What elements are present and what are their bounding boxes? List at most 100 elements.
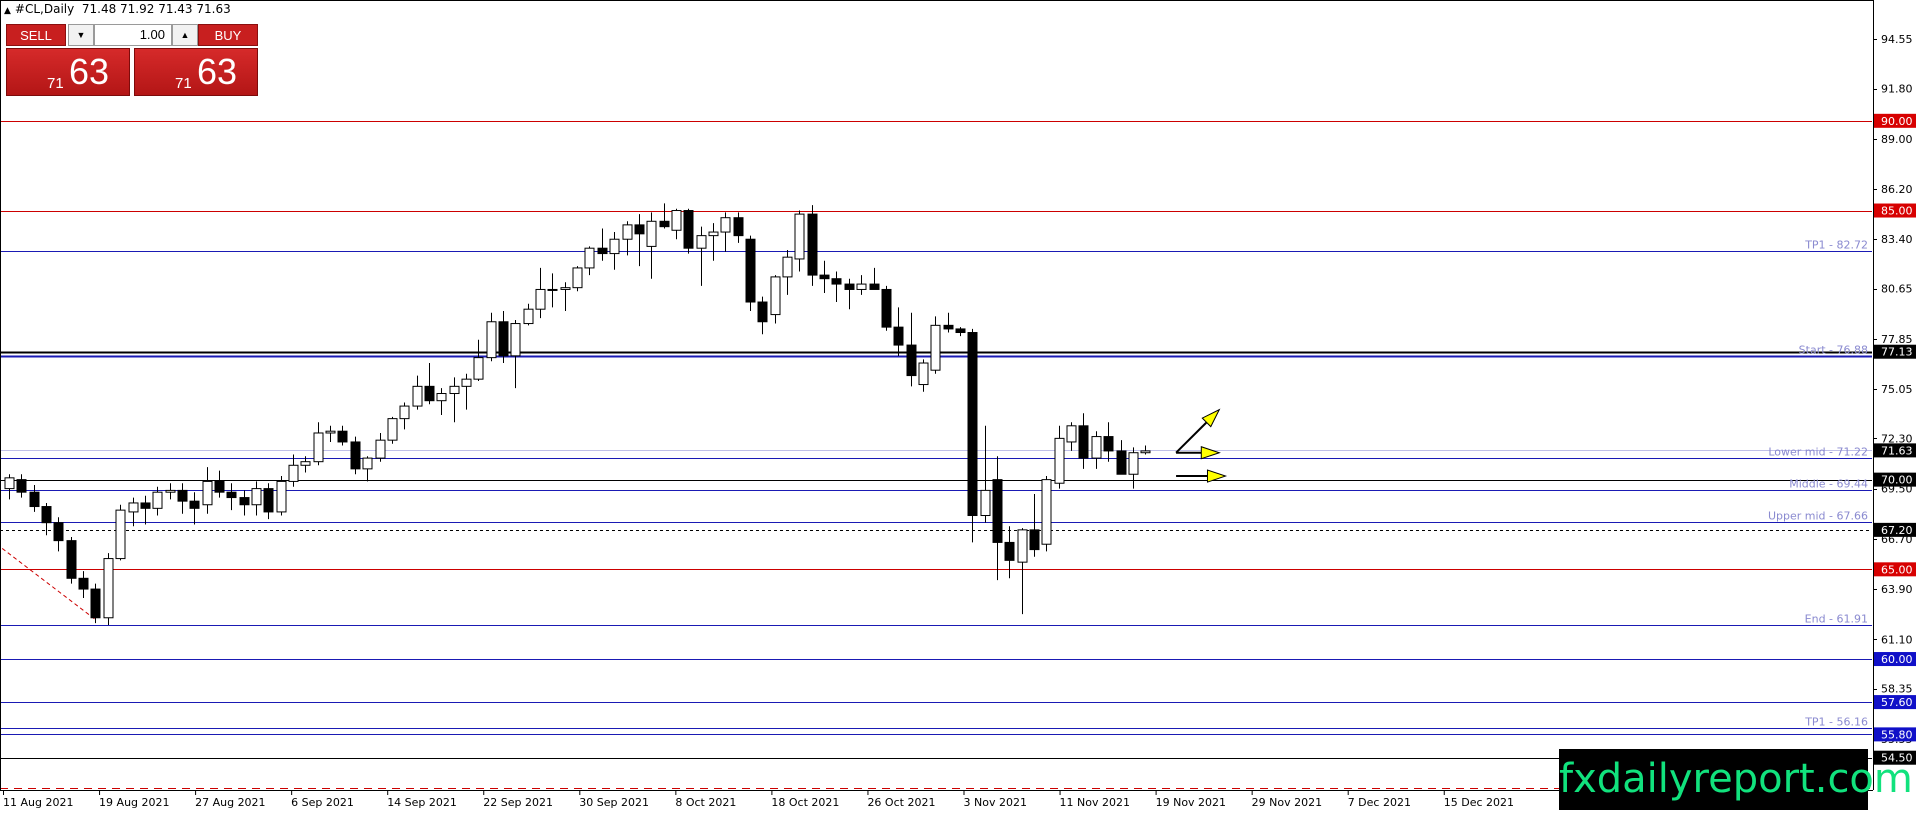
x-tick-label: 19 Aug 2021 xyxy=(99,796,169,809)
candle[interactable] xyxy=(1041,476,1052,552)
candle-body-up xyxy=(1140,450,1151,454)
y-tick-label: 89.00 xyxy=(1881,133,1913,146)
candle-body-down xyxy=(967,332,978,517)
candle-body-up xyxy=(399,405,410,420)
x-tick-label: 6 Sep 2021 xyxy=(291,796,354,809)
candle-body-down xyxy=(1103,436,1114,452)
candle-body-up xyxy=(486,321,497,359)
volume-increase-button[interactable]: ▲ xyxy=(172,24,198,46)
buy-price-button[interactable]: 71 63 xyxy=(134,48,258,96)
candle-body-up xyxy=(251,488,262,506)
ohlc-text: 71.48 71.92 71.43 71.63 xyxy=(81,2,231,16)
x-tick-label: 30 Sep 2021 xyxy=(579,796,649,809)
candle-body-down xyxy=(498,321,509,357)
candle[interactable] xyxy=(745,235,756,311)
candle-body-up xyxy=(115,509,126,560)
y-tick-label: 80.65 xyxy=(1881,283,1913,296)
candle[interactable] xyxy=(387,416,398,444)
y-tick-label: 94.55 xyxy=(1881,33,1913,46)
candle-body-up xyxy=(918,362,929,386)
level-label: Lower mid - 71.22 xyxy=(1768,446,1868,459)
candle[interactable] xyxy=(572,266,583,292)
chart-area[interactable]: TP1 - 82.72 Start - 76.88 Lower mid - 71.2… xyxy=(0,0,1916,810)
candle-body-down xyxy=(263,488,274,513)
candle-body-up xyxy=(362,457,373,470)
candle-body-up xyxy=(547,288,558,291)
candle-body-down xyxy=(869,283,880,290)
candle[interactable] xyxy=(115,504,126,561)
x-tick-label: 3 Nov 2021 xyxy=(964,796,1027,809)
candle-body-down xyxy=(906,344,917,377)
candle-body-down xyxy=(1116,450,1127,475)
candle-body-up xyxy=(1054,437,1065,484)
candle-body-up xyxy=(671,210,682,231)
candle[interactable] xyxy=(807,205,818,286)
y-tick-label: 91.80 xyxy=(1881,83,1913,96)
x-tick-label: 22 Sep 2021 xyxy=(483,796,553,809)
price-badge: 90.00 xyxy=(1874,113,1916,128)
candle[interactable] xyxy=(350,436,361,475)
x-tick-label: 11 Aug 2021 xyxy=(3,796,73,809)
candle-body-up xyxy=(449,385,460,395)
price-badge: 57.60 xyxy=(1874,695,1916,710)
sell-price-button[interactable]: 71 63 xyxy=(6,48,130,96)
price-badge: 85.00 xyxy=(1874,203,1916,218)
candle-body-down xyxy=(226,491,237,499)
candle-body-up xyxy=(523,308,534,325)
candle-body-down xyxy=(659,220,670,228)
candlestick-chart[interactable]: TP1 - 82.72 Start - 76.88 Lower mid - 71.2… xyxy=(0,0,1916,810)
candle-body-up xyxy=(412,385,423,407)
sell-button[interactable]: SELL xyxy=(6,24,66,46)
candle-body-up xyxy=(646,220,657,247)
volume-decrease-button[interactable]: ▼ xyxy=(68,24,94,46)
candle-body-up xyxy=(375,439,386,459)
candle[interactable] xyxy=(967,328,978,543)
candle-body-down xyxy=(337,430,348,443)
y-tick-label: 75.05 xyxy=(1881,383,1913,396)
candle-body-up xyxy=(572,267,583,289)
candle-body-up xyxy=(794,213,805,260)
candle[interactable] xyxy=(683,208,694,254)
candle-body-down xyxy=(90,588,101,619)
candle[interactable] xyxy=(930,316,941,374)
volume-input[interactable]: 1.00 xyxy=(94,24,172,46)
buy-button[interactable]: BUY xyxy=(198,24,258,46)
candle[interactable] xyxy=(66,537,77,584)
candle-body-up xyxy=(770,276,781,316)
y-tick-label: 63.90 xyxy=(1881,583,1913,596)
price-badge: 65.00 xyxy=(1874,562,1916,577)
level-label: Upper mid - 67.66 xyxy=(1768,510,1868,523)
candle[interactable] xyxy=(276,476,287,516)
candle-body-down xyxy=(1029,529,1040,551)
candle-body-down xyxy=(1078,425,1089,459)
candle-body-up xyxy=(930,324,941,371)
candle-body-up xyxy=(128,502,139,513)
price-badge: 60.00 xyxy=(1874,652,1916,667)
buy-price-big: 63 xyxy=(197,51,238,92)
candle[interactable] xyxy=(90,583,101,624)
chevron-down-icon: ▼ xyxy=(76,30,86,40)
candle[interactable] xyxy=(881,285,892,331)
price-badge: 77.13 xyxy=(1874,344,1916,359)
level-label: TP1 - 56.16 xyxy=(1804,716,1868,729)
candle-body-up xyxy=(1128,452,1139,475)
candle-body-up xyxy=(1066,425,1077,443)
candle-body-up xyxy=(276,480,287,513)
candle-body-down xyxy=(16,479,27,493)
candle-body-down xyxy=(1004,541,1015,561)
x-tick-label: 27 Aug 2021 xyxy=(195,796,265,809)
candle-body-up xyxy=(720,217,731,233)
price-badge: 70.00 xyxy=(1874,472,1916,487)
candle-body-down xyxy=(831,278,842,285)
candle-body-up xyxy=(202,480,213,506)
x-tick-label: 7 Dec 2021 xyxy=(1348,796,1411,809)
candle-body-up xyxy=(436,393,447,402)
x-tick-label: 26 Oct 2021 xyxy=(867,796,935,809)
price-badge-label: 85.00 xyxy=(1881,205,1913,218)
candle-body-up xyxy=(609,238,620,255)
x-tick-label: 29 Nov 2021 xyxy=(1252,796,1322,809)
price-badge-label: 70.00 xyxy=(1881,474,1913,487)
candle[interactable] xyxy=(103,553,114,625)
symbol-label: #CL,Daily xyxy=(14,2,75,16)
candle-body-up xyxy=(584,247,595,269)
